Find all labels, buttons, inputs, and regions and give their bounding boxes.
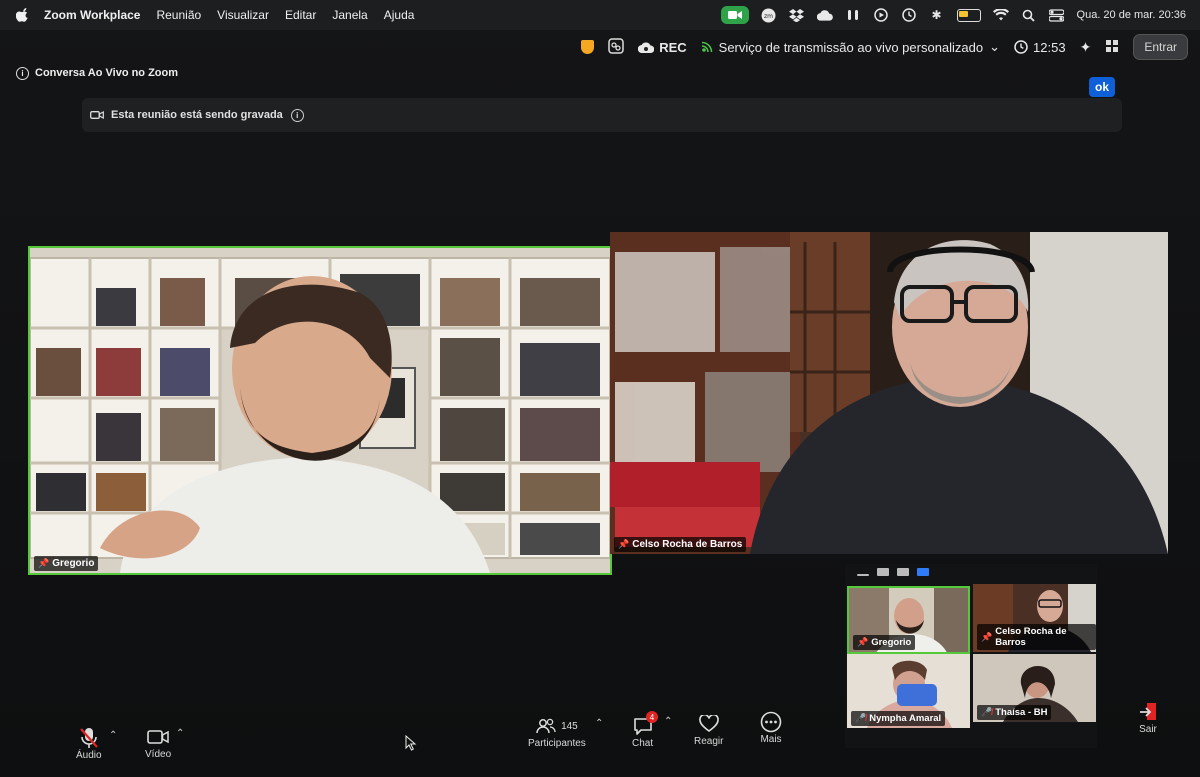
clock-icon <box>1014 40 1028 54</box>
zoom-menubar-icon[interactable]: zm <box>761 7 777 23</box>
mouse-cursor-icon <box>405 735 417 751</box>
participants-options-chevron-icon[interactable]: ⌃ <box>595 718 603 729</box>
recording-indicator[interactable]: REC <box>638 39 687 55</box>
audio-label: Áudio <box>76 750 102 761</box>
chat-label: Chat <box>632 738 654 749</box>
live-stream-icon <box>701 41 712 53</box>
audio-button[interactable]: Áudio <box>76 726 102 761</box>
cloud-record-icon <box>638 42 655 53</box>
more-label: Mais <box>760 734 782 745</box>
speaker-name-tag: 📌 Gregorio <box>34 556 99 571</box>
apple-icon[interactable] <box>16 8 30 22</box>
more-button[interactable]: Mais <box>760 710 782 745</box>
participants-button[interactable]: 145 Participantes <box>528 714 586 749</box>
chat-unread-badge: 4 <box>646 711 658 723</box>
participants-label: Participantes <box>528 738 586 749</box>
video-label: Vídeo <box>145 749 172 760</box>
menubar-clock[interactable]: Qua. 20 de mar. 20:36 <box>1077 9 1186 21</box>
meeting-top-toolbar: REC Serviço de transmissão ao vivo perso… <box>0 30 1200 64</box>
meeting-info-bar: i Conversa Ao Vivo no Zoom <box>0 62 1200 84</box>
camera-in-use-icon[interactable] <box>720 6 749 24</box>
menu-reuniao[interactable]: Reunião <box>156 8 201 22</box>
gallery-tile-gregorio[interactable]: 📌 Gregorio <box>847 586 970 654</box>
speaker-name: Celso Rocha de Barros <box>632 539 743 550</box>
leave-button[interactable]: Sair <box>1138 700 1158 735</box>
ok-button[interactable]: ok <box>1089 77 1115 97</box>
minimize-icon[interactable] <box>857 574 869 576</box>
gallery-view-icon[interactable] <box>917 568 929 576</box>
video-options-chevron-icon[interactable]: ⌃ <box>176 728 184 739</box>
meeting-title: Conversa Ao Vivo no Zoom <box>35 67 179 79</box>
menu-visualizar[interactable]: Visualizar <box>217 8 269 22</box>
gallery-name: Gregorio <box>871 637 912 648</box>
gallery-name: Celso Rocha de Barros <box>995 626 1067 648</box>
leave-door-icon <box>1140 703 1156 720</box>
airpods-icon[interactable] <box>845 7 861 23</box>
view-grid-icon[interactable] <box>1105 39 1119 56</box>
video-camera-icon <box>147 730 169 744</box>
time-machine-icon[interactable] <box>901 7 917 23</box>
menu-bar: Zoom Workplace Reunião Visualizar Editar… <box>0 0 1200 30</box>
battery-icon[interactable] <box>956 8 981 22</box>
dropbox-icon[interactable] <box>789 7 805 23</box>
chat-options-chevron-icon[interactable]: ⌃ <box>664 716 672 727</box>
menu-janela[interactable]: Janela <box>332 8 367 22</box>
gallery-view-controls <box>857 568 929 576</box>
meeting-timer: 12:53 <box>1014 40 1066 55</box>
video-tile-celso[interactable]: 📌 Celso Rocha de Barros <box>610 232 1168 554</box>
recording-camera-icon <box>90 111 104 119</box>
gallery-tile-celso[interactable]: 📌 Celso Rocha de Barros <box>973 584 1096 652</box>
recording-notice-banner: Esta reunião está sendo gravada i <box>82 98 1122 132</box>
chevron-down-icon: ⌄ <box>989 39 1001 54</box>
security-shield-icon[interactable] <box>581 40 595 54</box>
heart-icon <box>698 715 719 732</box>
menu-ajuda[interactable]: Ajuda <box>384 8 415 22</box>
info-icon[interactable]: i <box>16 66 29 80</box>
recording-notice-text: Esta reunião está sendo gravada <box>111 109 283 121</box>
ai-companion-icon[interactable]: ✦ <box>1080 39 1092 56</box>
rec-label: REC <box>659 39 687 55</box>
wifi-icon[interactable] <box>992 7 1009 23</box>
zoom-window: Zoom Workplace Reunião Visualizar Editar… <box>0 0 1200 777</box>
gallery-name-tag: 📌 Celso Rocha de Barros <box>977 624 1096 650</box>
asterisk-icon[interactable]: ✱ <box>929 7 945 23</box>
stream-label: Serviço de transmissão ao vivo personali… <box>718 39 984 55</box>
audio-options-chevron-icon[interactable]: ⌃ <box>109 730 117 741</box>
video-button[interactable]: Vídeo <box>145 725 171 760</box>
more-options-icon <box>760 711 782 733</box>
speaker-name-tag: 📌 Celso Rocha de Barros <box>614 537 747 552</box>
share-screen-icon[interactable] <box>608 37 624 57</box>
video-feed-gregorio <box>30 248 610 573</box>
play-icon[interactable] <box>873 7 889 23</box>
speaker-view-icon[interactable] <box>897 568 909 576</box>
video-tile-gregorio[interactable]: 📌 Gregorio <box>28 246 612 575</box>
speaker-name: Gregorio <box>52 558 95 569</box>
pin-icon: 📌 <box>38 558 50 568</box>
enter-button[interactable]: Entrar <box>1133 34 1188 60</box>
react-label: Reagir <box>694 736 724 747</box>
recording-info-icon[interactable]: i <box>290 108 304 122</box>
participants-icon <box>536 718 556 734</box>
leave-label: Sair <box>1139 724 1157 735</box>
meeting-controls-bar: Áudio ⌃ Vídeo ⌃ 145 Participantes ⌃ Chat… <box>0 700 1200 777</box>
react-button[interactable]: Reagir <box>694 712 723 747</box>
pin-icon: 📌 <box>618 539 630 549</box>
pin-icon: 📌 <box>981 631 993 642</box>
menu-editar[interactable]: Editar <box>285 8 316 22</box>
video-feed-celso <box>610 232 1168 554</box>
icloud-icon[interactable] <box>816 7 833 23</box>
strip-view-icon[interactable] <box>877 568 889 576</box>
menu-app-name[interactable]: Zoom Workplace <box>44 8 140 22</box>
live-stream-menu[interactable]: Serviço de transmissão ao vivo personali… <box>701 39 1000 55</box>
svg-text:zm: zm <box>764 13 773 20</box>
pin-icon: 📌 <box>857 637 869 647</box>
gallery-name-tag: 📌 Gregorio <box>853 635 916 650</box>
muted-mic-icon <box>79 728 98 748</box>
participants-count: 145 <box>561 720 578 732</box>
control-center-icon[interactable] <box>1049 7 1065 23</box>
search-icon[interactable] <box>1021 7 1037 23</box>
timer-value: 12:53 <box>1033 39 1066 55</box>
